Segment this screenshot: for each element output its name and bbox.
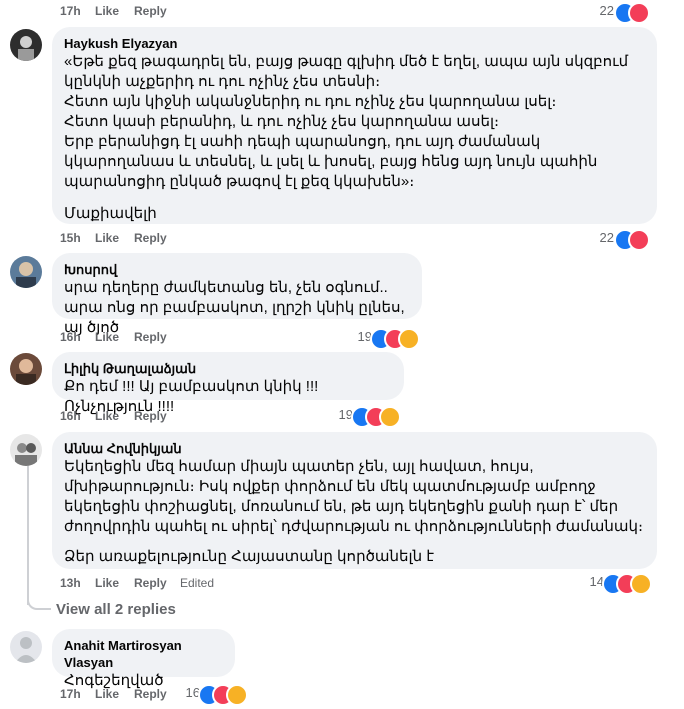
like-button[interactable]: Like: [95, 4, 119, 18]
love-reaction-icon: [628, 2, 650, 24]
angry-reaction-icon: [630, 573, 652, 595]
comment-bubble: Haykush Elyazyan «Եթե քեզ թագադրել են, բ…: [52, 27, 657, 224]
thread-connector: [27, 592, 51, 610]
timestamp: 16h: [60, 330, 81, 344]
reply-button[interactable]: Reply: [134, 231, 167, 245]
reaction-count: 22: [599, 230, 614, 245]
comment-bubble: Աննա Հովնիկյան Եկեղեցին մեզ համար միայն …: [52, 432, 657, 569]
view-all-replies-link[interactable]: View all 2 replies: [56, 601, 176, 618]
reply-button[interactable]: Reply: [134, 687, 167, 701]
reaction-count: 22: [599, 3, 614, 18]
reaction-summary[interactable]: 22: [596, 229, 654, 251]
angry-reaction-icon: [398, 328, 420, 350]
comment-actions: 16h Like Reply: [60, 409, 260, 425]
comment-bubble: Լիլիկ Թաղալաձյան Քո դեմ !!! Այ բամբասկոտ…: [52, 352, 404, 415]
edited-label: Edited: [180, 576, 215, 590]
like-button[interactable]: Like: [95, 576, 119, 590]
reply-button[interactable]: Reply: [134, 409, 167, 423]
like-button[interactable]: Like: [95, 231, 119, 245]
reaction-summary[interactable]: 22: [596, 2, 654, 24]
comment-text: Եկեղեցին մեզ համար միայն պատեր չեն, այլ …: [64, 458, 644, 535]
timestamp: 13h: [60, 576, 81, 590]
timestamp: 15h: [60, 231, 81, 245]
author-name[interactable]: Աննա Հովնիկյան: [64, 440, 645, 457]
thread-line: [27, 460, 29, 605]
comment-bubble: Anahit Martirosyan Vlasyan Հոգեշեղված: [52, 629, 235, 689]
comment-text-closing: Ձեր առաքելությունը Հայաստանը կործանելն է: [64, 548, 435, 565]
reaction-summary[interactable]: 19: [335, 406, 403, 428]
avatar[interactable]: [10, 29, 42, 61]
reaction-summary[interactable]: 14: [586, 573, 654, 595]
like-button[interactable]: Like: [95, 687, 119, 701]
author-name[interactable]: Anahit Martirosyan Vlasyan: [64, 637, 223, 671]
comment-actions: 15h Like Reply: [60, 231, 260, 247]
reply-button[interactable]: Reply: [134, 330, 167, 344]
reply-button[interactable]: Reply: [134, 4, 167, 18]
reaction-summary[interactable]: 19: [354, 328, 422, 350]
comment-text: «Եթե քեզ թագադրել են, բայց թագը գլխիդ մե…: [64, 53, 629, 190]
avatar[interactable]: [10, 256, 42, 288]
angry-reaction-icon: [226, 684, 248, 706]
comment-bubble: Խոսրով սրա դեղերը ժամկետանց են, չեն օգնո…: [52, 253, 422, 336]
timestamp: 16h: [60, 409, 81, 423]
timestamp: 17h: [60, 687, 81, 701]
timestamp: 17h: [60, 4, 81, 18]
author-name[interactable]: Haykush Elyazyan: [64, 35, 645, 52]
comment-actions: 17h Like Reply: [60, 4, 260, 20]
avatar[interactable]: [10, 434, 42, 466]
comment-actions: 13h Like Reply Edited: [60, 576, 280, 592]
love-reaction-icon: [628, 229, 650, 251]
avatar[interactable]: [10, 631, 42, 663]
like-button[interactable]: Like: [95, 330, 119, 344]
author-name[interactable]: Խոսրով: [64, 261, 410, 278]
reaction-summary[interactable]: 16: [182, 684, 250, 706]
reply-button[interactable]: Reply: [134, 576, 167, 590]
angry-reaction-icon: [379, 406, 401, 428]
author-name[interactable]: Լիլիկ Թաղալաձյան: [64, 360, 392, 377]
comment-actions: 16h Like Reply: [60, 330, 260, 346]
like-button[interactable]: Like: [95, 409, 119, 423]
comment-text-signature: Մաքիավելի: [64, 205, 157, 222]
avatar[interactable]: [10, 353, 42, 385]
